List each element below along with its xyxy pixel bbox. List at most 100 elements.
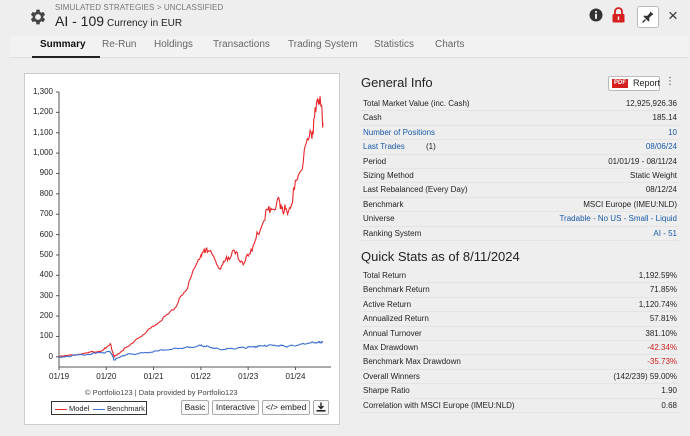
tab-statistics[interactable]: Statistics (374, 39, 414, 50)
quick-stats-row: Overall Winners (142/239) 59.00% (361, 370, 679, 385)
quick-stats-row: Correlation with MSCI Europe (IMEU:NLD) 0… (361, 399, 679, 413)
general-info-value[interactable]: 08/06/24 (646, 140, 677, 154)
report-label: Report (633, 78, 661, 88)
quick-stats-row: Sharpe Ratio 1.90 (361, 384, 679, 399)
quick-stats-table: Total Return 1,192.59% Benchmark Return 71.… (361, 269, 679, 413)
series-line-model (58, 96, 324, 359)
tab-holdings[interactable]: Holdings (154, 39, 193, 50)
quick-stats-value: 57.81% (649, 314, 677, 324)
quick-stats-row: Total Return 1,192.59% (361, 269, 679, 284)
pin-icon (642, 11, 654, 23)
quick-stats-value: -35.73% (647, 357, 677, 367)
general-info-label: Sizing Method (363, 170, 414, 180)
general-info-value[interactable]: 10 (668, 126, 677, 140)
general-info-row: Last Rebalanced (Every Day) 08/12/24 (361, 183, 679, 198)
pin-button[interactable] (637, 6, 659, 28)
quick-stats-value: 1,120.74% (638, 299, 677, 309)
page-title: AI - 109 Currency in EUR (55, 13, 182, 29)
general-info-label: Cash (363, 113, 382, 123)
quick-stats-value: -42.34% (647, 342, 677, 352)
currency-label: Currency in EUR (107, 18, 183, 29)
breadcrumb[interactable]: SIMULATED STRATEGIES > UNCLASSIFIED (55, 3, 223, 12)
quick-stats-label: Annualized Return (363, 314, 429, 324)
quick-stats-row: Benchmark Return 71.85% (361, 283, 679, 298)
tab-transactions[interactable]: Transactions (213, 39, 270, 50)
quick-stats-row: Benchmark Max Drawdown -35.73% (361, 355, 679, 370)
general-info-row: Last Trades (1) 08/06/24 (361, 140, 679, 155)
general-info-row: Sizing Method Static Weight (361, 169, 679, 184)
basic-chart-button[interactable]: Basic (181, 400, 209, 415)
tab-charts[interactable]: Charts (435, 39, 464, 50)
gear-icon[interactable] (28, 7, 48, 27)
quick-stats-label: Max Drawdown (363, 342, 419, 352)
close-icon[interactable]: × (668, 5, 678, 27)
general-info-table: Total Market Value (inc. Cash) 12,925,926… (361, 97, 679, 241)
general-info-label: Period (363, 156, 387, 166)
general-info-row: Cash 185.14 (361, 111, 679, 126)
x-tick-label: 01/20 (96, 372, 117, 381)
x-tick-label: 01/22 (190, 372, 211, 381)
general-info-value: 08/12/24 (645, 185, 677, 195)
general-info-value: Static Weight (630, 170, 677, 180)
quick-stats-value: (142/239) 59.00% (613, 371, 677, 381)
lock-icon[interactable] (612, 7, 625, 23)
header-bar: SIMULATED STRATEGIES > UNCLASSIFIED AI -… (0, 0, 690, 36)
legend-model[interactable]: Model (55, 404, 89, 413)
quick-stats-label: Benchmark Max Drawdown (363, 357, 461, 367)
tab-summary[interactable]: Summary (40, 39, 86, 50)
general-info-label[interactable]: Number of Positions (363, 126, 435, 140)
general-info-label-suffix: (1) (426, 142, 436, 152)
quick-stats-label: Total Return (363, 271, 407, 280)
general-info-value: MSCI Europe (IMEU:NLD) (583, 199, 677, 209)
x-tick-label: 01/23 (238, 372, 259, 381)
quick-stats-label: Annual Turnover (363, 328, 422, 338)
pdf-icon: PDF (612, 79, 628, 88)
quick-stats-label: Overall Winners (363, 371, 420, 381)
general-info-label[interactable]: Last Trades (363, 140, 405, 154)
quick-stats-row: Annualized Return 57.81% (361, 312, 679, 327)
x-tick-label: 01/24 (285, 372, 306, 381)
general-info-row: Number of Positions 10 (361, 126, 679, 141)
general-info-value: 12,925,926.36 (625, 99, 677, 108)
quick-stats-value: 1,192.59% (638, 271, 677, 280)
info-icon[interactable] (589, 8, 603, 22)
tab-rerun[interactable]: Re-Run (102, 39, 136, 50)
quick-stats-row: Active Return 1,120.74% (361, 298, 679, 313)
legend-model-swatch (55, 408, 67, 410)
x-tick-label: 01/19 (49, 372, 70, 381)
embed-button[interactable]: </> embed (262, 400, 310, 415)
quick-stats-row: Annual Turnover 381.10% (361, 327, 679, 341)
legend-benchmark[interactable]: Benchmark (93, 404, 145, 413)
quick-stats-value: 0.68 (661, 400, 677, 410)
general-info-row: Benchmark MSCI Europe (IMEU:NLD) (361, 198, 679, 213)
active-tab-indicator (32, 56, 100, 58)
quick-stats-label: Correlation with MSCI Europe (IMEU:NLD) (363, 400, 515, 410)
performance-chart[interactable] (25, 74, 341, 384)
more-options-icon[interactable]: ⋮ (665, 76, 675, 87)
performance-chart-panel: 1,300 1,200 1,100 1,000 900 800 700 600 500 400 30… (24, 73, 340, 425)
general-info-row: Ranking System AI - 51 (361, 227, 679, 241)
quick-stats-label: Sharpe Ratio (363, 386, 410, 396)
general-info-value[interactable]: Tradable - No US - Small - Liquid (559, 212, 677, 226)
series-line-benchmark (58, 340, 324, 361)
download-button[interactable] (313, 400, 329, 415)
general-info-value[interactable]: AI - 51 (653, 227, 677, 241)
general-info-row: Universe Tradable - No US - Small - Liqui… (361, 212, 679, 227)
general-info-label: Benchmark (363, 199, 404, 209)
interactive-chart-button[interactable]: Interactive (212, 400, 259, 415)
quick-stats-row: Max Drawdown -42.34% (361, 341, 679, 356)
tab-bar: Summary Re-Run Holdings Transactions Tra… (10, 36, 688, 58)
general-info-label: Last Rebalanced (Every Day) (363, 185, 468, 195)
chart-credit: © Portfolio123 | Data provided by Portfo… (85, 388, 238, 397)
quick-stats-title: Quick Stats as of 8/11/2024 (361, 249, 520, 264)
strategy-name: AI - 109 (55, 13, 105, 29)
chart-legend[interactable]: Model Benchmark (51, 401, 147, 415)
general-info-value: 01/01/19 - 08/11/24 (608, 156, 677, 166)
report-button[interactable]: PDF Report (608, 76, 660, 91)
general-info-label: Ranking System (363, 228, 422, 238)
tab-trading-system[interactable]: Trading System (288, 39, 358, 50)
general-info-value: 185.14 (652, 113, 677, 123)
general-info-row: Total Market Value (inc. Cash) 12,925,926… (361, 97, 679, 112)
quick-stats-value: 381.10% (645, 328, 677, 338)
general-info-title: General Info (361, 75, 433, 90)
